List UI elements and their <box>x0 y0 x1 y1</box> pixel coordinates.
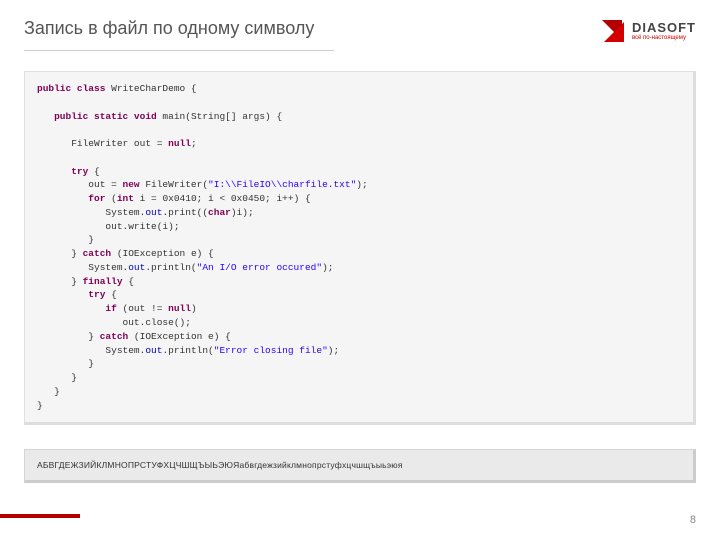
page-title: Запись в файл по одному символу <box>24 18 314 39</box>
logo-text: DIASOFT <box>632 21 696 34</box>
output-block: АБВГДЕЖЗИЙКЛМНОПРСТУФХЦЧШЩЪЫЬЭЮЯабвгдежз… <box>24 449 696 483</box>
logo-icon <box>600 18 626 44</box>
logo-tagline: всё по-настоящему <box>632 35 696 41</box>
footer-accent <box>0 514 80 518</box>
page-number: 8 <box>690 514 696 526</box>
code-block: public class WriteCharDemo { public stat… <box>24 71 696 425</box>
title-underline <box>24 50 334 51</box>
brand-logo: DIASOFT всё по-настоящему <box>600 18 696 44</box>
